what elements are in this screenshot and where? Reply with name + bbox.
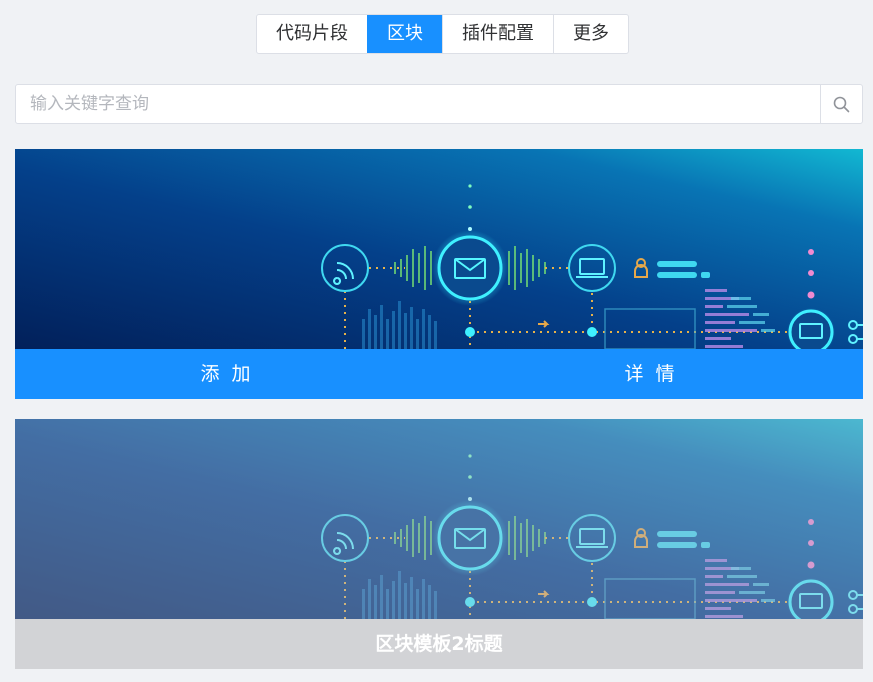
- details-button[interactable]: 详 情: [439, 349, 863, 399]
- add-button[interactable]: 添 加: [15, 349, 439, 399]
- card-action-bar: 添 加 详 情: [15, 349, 863, 399]
- card-title-bar: 区块模板2标题: [15, 619, 863, 669]
- category-tabs: 代码片段 区块 插件配置 更多: [256, 14, 629, 54]
- card-banner-image: [15, 149, 863, 349]
- block-card-1: 添 加 详 情: [15, 149, 863, 399]
- card-title: 区块模板2标题: [375, 633, 503, 655]
- search-button[interactable]: [820, 85, 862, 123]
- tab-plugin-config[interactable]: 插件配置: [442, 15, 553, 53]
- block-card-2[interactable]: 区块模板2标题: [15, 419, 863, 669]
- tab-more[interactable]: 更多: [553, 15, 628, 53]
- search-input[interactable]: [16, 85, 820, 123]
- search-bar: [15, 84, 863, 124]
- tab-blocks[interactable]: 区块: [367, 15, 442, 53]
- search-icon: [833, 96, 850, 112]
- card-overlay: [15, 419, 863, 619]
- tab-code-snippets[interactable]: 代码片段: [257, 15, 367, 53]
